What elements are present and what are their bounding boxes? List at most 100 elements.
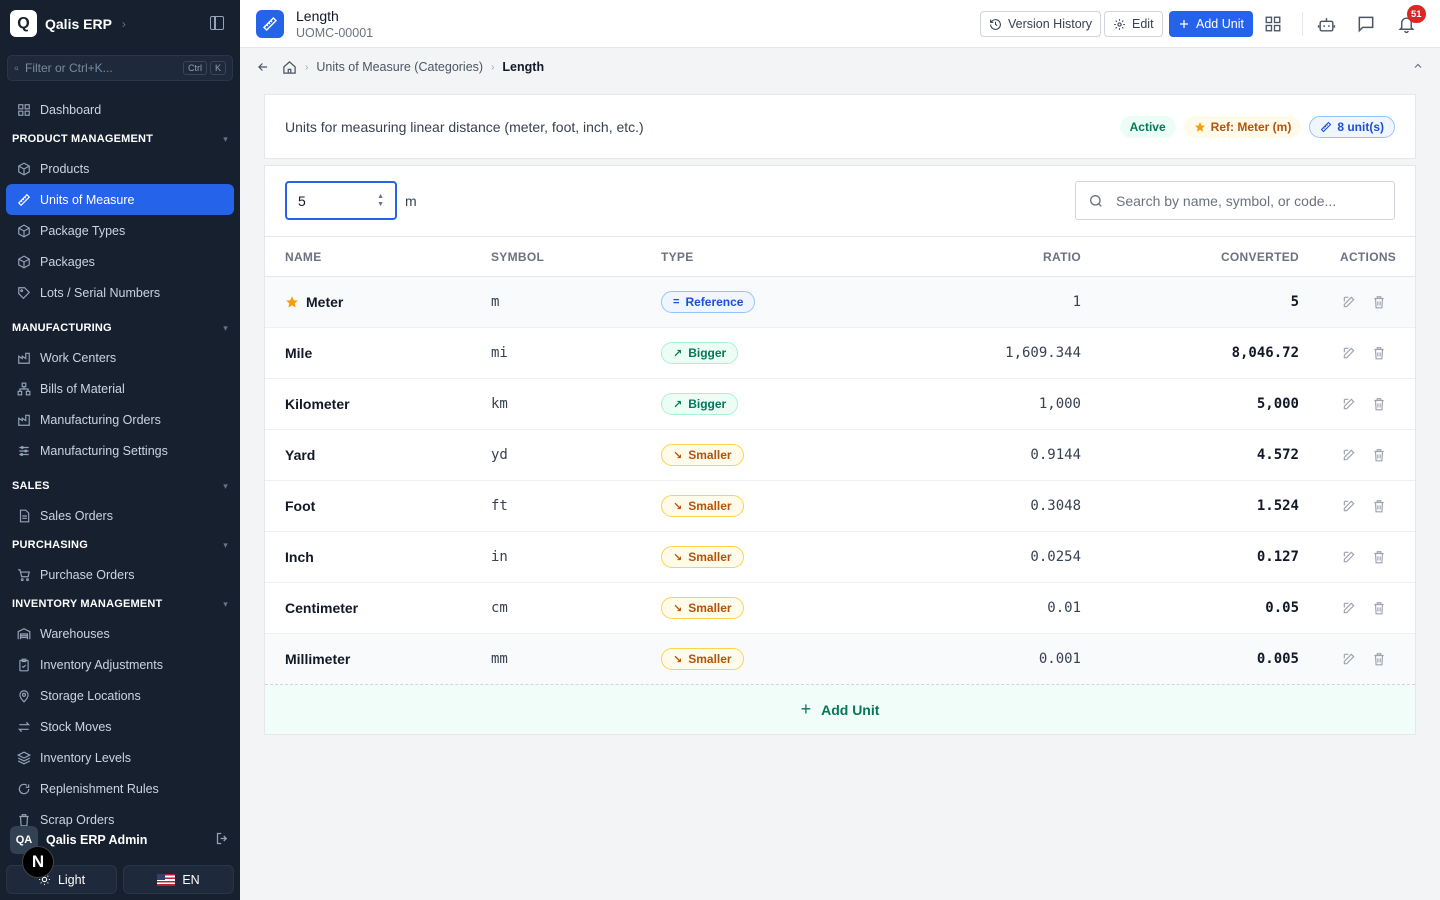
version-history-label: Version History [1008, 17, 1093, 31]
version-history-button[interactable]: Version History [980, 11, 1102, 37]
chevron-down-icon: ▾ [223, 539, 228, 550]
table-row[interactable]: Millimeter mm ↘ Smaller 0.001 0.005 [265, 634, 1415, 685]
quantity-input[interactable] [298, 192, 378, 209]
unit-ratio: 1,609.344 [1005, 345, 1081, 361]
table-row[interactable]: Meter m = Reference 1 5 [265, 277, 1415, 328]
delete-icon[interactable] [1370, 293, 1388, 311]
column-header-converted[interactable]: CONVERTED [1221, 250, 1299, 264]
section-label: SALES [12, 480, 50, 492]
sidebar-item-label: Packages [40, 254, 95, 269]
chevron-right-icon: › [121, 16, 126, 31]
unit-symbol: ft [491, 498, 508, 514]
language-button[interactable]: EN [123, 865, 234, 894]
table-row[interactable]: Centimeter cm ↘ Smaller 0.01 0.05 [265, 583, 1415, 634]
category-summary-card: Units for measuring linear distance (met… [264, 94, 1416, 159]
delete-icon[interactable] [1370, 344, 1388, 362]
sidebar-item-work-centers[interactable]: Work Centers [6, 342, 234, 373]
table-header: NAME SYMBOL TYPE RATIO CONVERTED ACTIONS [265, 236, 1415, 277]
sidebar-item-lots-serial[interactable]: Lots / Serial Numbers [6, 277, 234, 308]
chevron-up-icon[interactable] [1412, 60, 1424, 75]
delete-icon[interactable] [1370, 650, 1388, 668]
table-row[interactable]: Kilometer km ↗ Bigger 1,000 5,000 [265, 379, 1415, 430]
theme-toggle-button[interactable]: Light [6, 865, 117, 894]
type-label: Smaller [688, 499, 732, 513]
unit-search[interactable] [1075, 181, 1395, 220]
spin-down-icon[interactable]: ▼ [377, 201, 384, 209]
delete-icon[interactable] [1370, 497, 1388, 515]
sidebar-item-products[interactable]: Products [6, 153, 234, 184]
quantity-stepper[interactable]: ▲ ▼ [285, 181, 397, 220]
sidebar-filter-input[interactable] [24, 61, 180, 75]
unit-converted: 0.05 [1265, 600, 1299, 616]
sidebar-item-replenishment-rules[interactable]: Replenishment Rules [6, 773, 234, 804]
unit-name-cell: Meter [285, 294, 343, 310]
column-header-name[interactable]: NAME [285, 250, 322, 264]
sidebar-item-storage-locations[interactable]: Storage Locations [6, 680, 234, 711]
edit-icon[interactable] [1340, 548, 1358, 566]
sidebar-item-dashboard[interactable]: Dashboard [6, 94, 234, 125]
sidebar-item-sales-orders[interactable]: Sales Orders [6, 500, 234, 531]
apps-grid-icon[interactable] [1262, 13, 1284, 35]
section-product-management[interactable]: PRODUCT MANAGEMENT ▾ [0, 125, 240, 153]
section-inventory-management[interactable]: INVENTORY MANAGEMENT ▾ [0, 590, 240, 618]
spin-up-icon[interactable]: ▲ [377, 193, 384, 201]
sidebar-item-stock-moves[interactable]: Stock Moves [6, 711, 234, 742]
edit-icon[interactable] [1340, 497, 1358, 515]
edit-icon[interactable] [1340, 344, 1358, 362]
section-sales[interactable]: SALES ▾ [0, 472, 240, 500]
search-input[interactable] [1116, 192, 1382, 209]
sidebar-collapse-icon[interactable] [210, 16, 224, 30]
sidebar-item-package-types[interactable]: Package Types [6, 215, 234, 246]
sidebar-item-packages[interactable]: Packages [6, 246, 234, 277]
add-unit-button[interactable]: Add Unit [1169, 11, 1253, 37]
sidebar-filter[interactable]: Ctrl K [7, 55, 233, 81]
table-row[interactable]: Yard yd ↘ Smaller 0.9144 4.572 [265, 430, 1415, 481]
edit-icon[interactable] [1340, 293, 1358, 311]
edit-button[interactable]: Edit [1104, 11, 1163, 37]
brand[interactable]: Q Qalis ERP › [10, 10, 126, 37]
user-name: Qalis ERP Admin [46, 833, 148, 847]
arrow-down-right-icon: ↘ [673, 500, 683, 513]
edit-icon[interactable] [1340, 446, 1358, 464]
column-header-ratio[interactable]: RATIO [1043, 250, 1081, 264]
sidebar-item-units-of-measure[interactable]: Units of Measure [6, 184, 234, 215]
edit-icon[interactable] [1340, 599, 1358, 617]
sidebar-item-warehouses[interactable]: Warehouses [6, 618, 234, 649]
chat-icon[interactable] [1355, 13, 1377, 35]
sidebar-item-inventory-levels[interactable]: Inventory Levels [6, 742, 234, 773]
bot-icon[interactable] [1315, 13, 1337, 35]
column-header-type[interactable]: TYPE [661, 250, 694, 264]
delete-icon[interactable] [1370, 446, 1388, 464]
sidebar-item-manufacturing-orders[interactable]: Manufacturing Orders [6, 404, 234, 435]
spinner-arrows[interactable]: ▲ ▼ [377, 193, 384, 209]
delete-icon[interactable] [1370, 599, 1388, 617]
sidebar-item-bills-of-material[interactable]: Bills of Material [6, 373, 234, 404]
sidebar-item-purchase-orders[interactable]: Purchase Orders [6, 559, 234, 590]
sidebar-item-manufacturing-settings[interactable]: Manufacturing Settings [6, 435, 234, 466]
language-label: EN [182, 872, 200, 887]
logout-icon[interactable] [215, 831, 230, 849]
n-badge[interactable]: N [22, 846, 54, 878]
home-icon[interactable] [282, 60, 297, 75]
table-row[interactable]: Foot ft ↘ Smaller 0.3048 1.524 [265, 481, 1415, 532]
row-actions [1340, 395, 1400, 413]
table-row[interactable]: Mile mi ↗ Bigger 1,609.344 8,046.72 [265, 328, 1415, 379]
section-purchasing[interactable]: PURCHASING ▾ [0, 531, 240, 559]
section-manufacturing[interactable]: MANUFACTURING ▾ [0, 314, 240, 342]
type-label: Reference [685, 295, 744, 309]
breadcrumb-parent[interactable]: Units of Measure (Categories) [316, 60, 483, 74]
units-table-body: Meter m = Reference 1 5 Mile mi ↗ Bigger 1… [265, 277, 1415, 685]
delete-icon[interactable] [1370, 548, 1388, 566]
column-header-symbol[interactable]: SYMBOL [491, 250, 544, 264]
table-row[interactable]: Inch in ↘ Smaller 0.0254 0.127 [265, 532, 1415, 583]
add-unit-row-button[interactable]: + Add Unit [265, 685, 1415, 734]
delete-icon[interactable] [1370, 395, 1388, 413]
refresh-icon [16, 781, 31, 796]
back-arrow-icon[interactable] [256, 60, 270, 74]
edit-icon[interactable] [1340, 650, 1358, 668]
type-badge: ↗ Bigger [661, 342, 739, 364]
unit-ratio: 1 [1072, 294, 1081, 310]
sidebar-item-inventory-adjustments[interactable]: Inventory Adjustments [6, 649, 234, 680]
edit-icon[interactable] [1340, 395, 1358, 413]
package-icon [16, 254, 31, 269]
